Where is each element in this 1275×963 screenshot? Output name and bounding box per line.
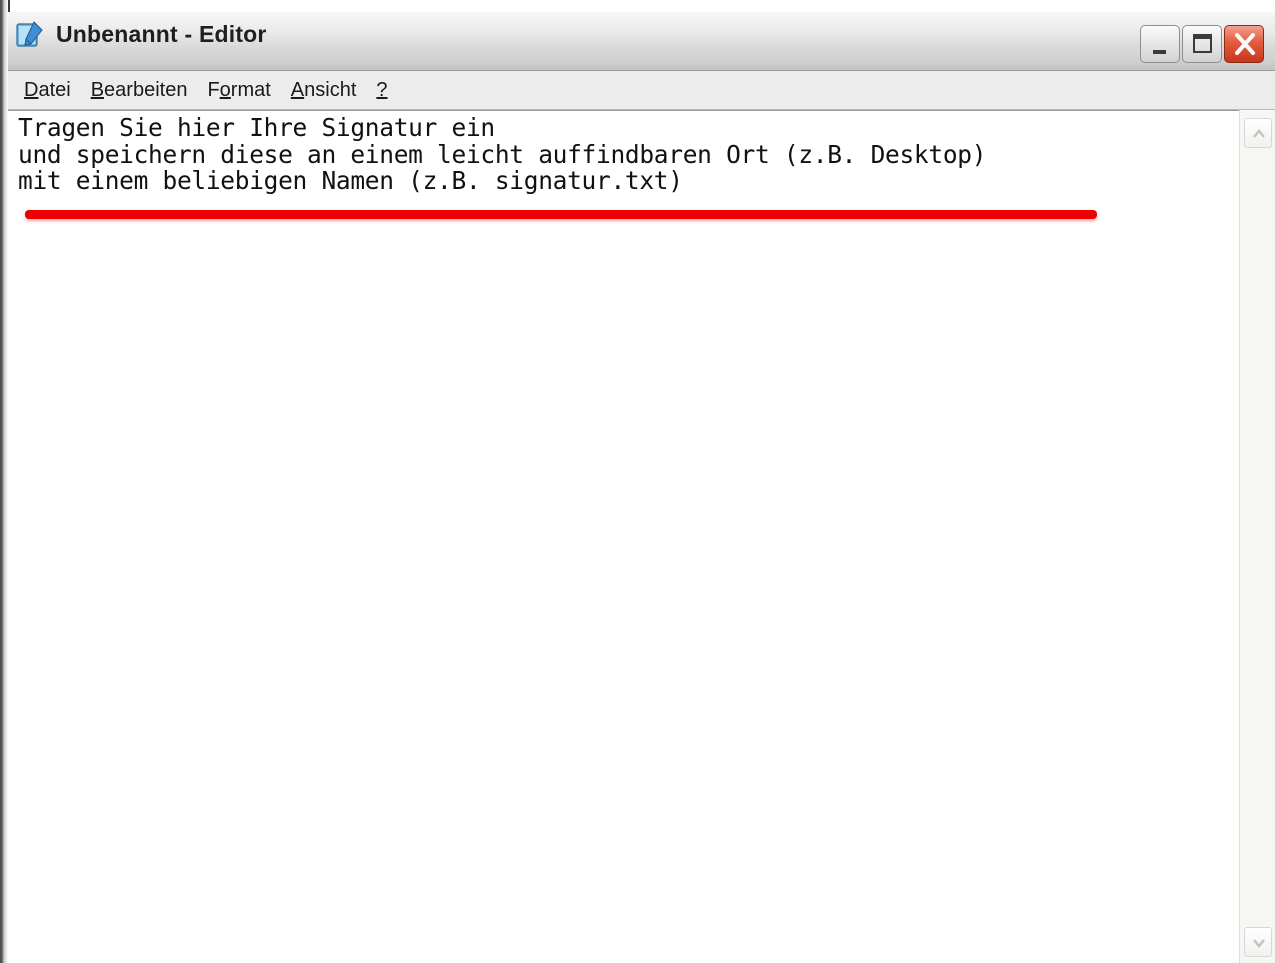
menu-format-pre: F <box>207 79 220 101</box>
menu-bearbeiten[interactable]: Bearbeiten <box>83 71 196 109</box>
editor-line: und speichern diese an einem leicht auff… <box>18 139 987 169</box>
chevron-up-icon <box>1253 129 1265 138</box>
menu-ansicht-accel: A <box>290 79 305 101</box>
editor-line: mit einem beliebigen Namen (z.B. signatu… <box>18 166 683 195</box>
editor-line: Tragen Sie hier Ihre Signatur ein <box>18 113 495 142</box>
notepad-icon[interactable] <box>14 18 46 50</box>
red-highlight-line <box>25 210 1097 219</box>
scroll-up-button[interactable] <box>1244 118 1272 148</box>
caption-buttons <box>1140 25 1264 63</box>
menu-ansicht-label: nsicht <box>304 79 357 101</box>
window-title: Unbenannt - Editor <box>56 21 267 47</box>
close-button[interactable] <box>1224 25 1264 63</box>
editor-content[interactable]: Tragen Sie hier Ihre Signatur ein und spe… <box>18 113 987 195</box>
menu-datei-accel: D <box>24 79 39 101</box>
minimize-button[interactable] <box>1140 25 1180 63</box>
menu-bar: Datei Bearbeiten Format Ansicht ? <box>8 71 1275 110</box>
menu-datei[interactable]: Datei <box>8 71 79 109</box>
menu-format[interactable]: Format <box>199 71 278 109</box>
maximize-icon <box>1193 34 1212 53</box>
window-top-edge <box>0 0 1275 12</box>
menu-help[interactable]: ? <box>368 71 395 109</box>
menu-format-accel: o <box>219 79 231 101</box>
window-left-border[interactable] <box>0 0 8 963</box>
menu-format-label: rmat <box>230 79 271 101</box>
menu-help-accel: ? <box>376 79 388 101</box>
menu-bearbeiten-accel: B <box>90 79 105 101</box>
chevron-down-icon <box>1253 939 1265 948</box>
maximize-button[interactable] <box>1182 25 1222 63</box>
menu-datei-label: atei <box>38 79 71 101</box>
scroll-down-button[interactable] <box>1244 927 1272 957</box>
notepad-window: Unbenannt - Editor Datei Bearbeiten Form… <box>0 0 1275 963</box>
menu-ansicht[interactable]: Ansicht <box>283 71 365 109</box>
minimize-icon <box>1153 50 1166 54</box>
text-editor-area[interactable]: Tragen Sie hier Ihre Signatur ein und spe… <box>8 110 1239 963</box>
close-icon <box>1235 33 1255 55</box>
menu-bearbeiten-label: earbeiten <box>104 79 188 101</box>
vertical-scrollbar[interactable] <box>1239 110 1275 963</box>
